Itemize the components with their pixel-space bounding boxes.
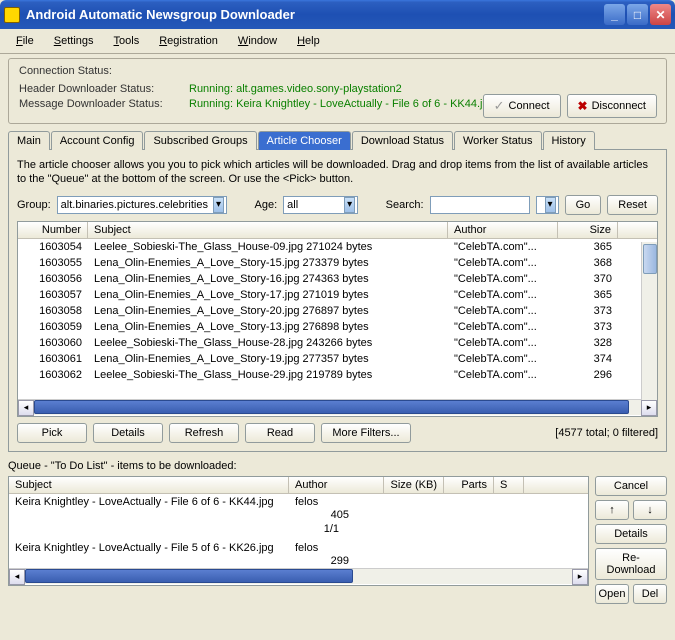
- open-button[interactable]: Open: [595, 584, 629, 604]
- queue-label: Queue - "To Do List" - items to be downl…: [8, 460, 667, 472]
- menubar: FileSettingsToolsRegistrationWindowHelp: [0, 29, 675, 54]
- table-row[interactable]: 1603062Leelee_Sobieski-The_Glass_House-2…: [18, 367, 657, 383]
- table-row[interactable]: Keira Knightley - LoveActually - File 6 …: [9, 494, 588, 540]
- search-input[interactable]: [430, 196, 530, 214]
- queue-side-buttons: Cancel ↑ ↓ Details Re-Download Open Del: [595, 476, 667, 604]
- tab-account-config[interactable]: Account Config: [51, 131, 144, 150]
- header-downloader-value: Running: alt.games.video.sony-playstatio…: [189, 83, 402, 95]
- message-downloader-label: Message Downloader Status:: [19, 98, 189, 110]
- disconnect-button[interactable]: ✖ Disconnect: [567, 94, 657, 118]
- close-button[interactable]: ✕: [650, 4, 671, 25]
- menu-window[interactable]: Window: [230, 33, 285, 49]
- connect-button[interactable]: ✓ Connect: [483, 94, 561, 118]
- table-row[interactable]: 1603061Lena_Olin-Enemies_A_Love_Story-19…: [18, 351, 657, 367]
- queue-scroll-left-button[interactable]: ◂: [9, 569, 25, 585]
- header-downloader-label: Header Downloader Status:: [19, 83, 189, 95]
- age-combo[interactable]: all: [283, 196, 358, 214]
- disconnect-label: Disconnect: [592, 100, 646, 112]
- group-label: Group:: [17, 199, 51, 211]
- tab-download-status[interactable]: Download Status: [352, 131, 453, 150]
- reset-button[interactable]: Reset: [607, 195, 658, 215]
- maximize-button[interactable]: □: [627, 4, 648, 25]
- details-button[interactable]: Details: [93, 423, 163, 443]
- cancel-button[interactable]: Cancel: [595, 476, 667, 496]
- x-icon: ✖: [578, 99, 588, 113]
- vertical-scrollbar[interactable]: [641, 242, 657, 404]
- article-chooser-panel: The article chooser allows you you to pi…: [8, 149, 667, 452]
- tab-main[interactable]: Main: [8, 131, 50, 150]
- window-title: Android Automatic Newsgroup Downloader: [26, 7, 604, 22]
- qcol-author[interactable]: Author: [289, 477, 384, 493]
- tab-history[interactable]: History: [543, 131, 595, 150]
- age-label: Age:: [255, 199, 278, 211]
- connect-label: Connect: [509, 100, 550, 112]
- table-row[interactable]: 1603058Lena_Olin-Enemies_A_Love_Story-20…: [18, 303, 657, 319]
- queue-table-body[interactable]: Keira Knightley - LoveActually - File 6 …: [9, 494, 588, 568]
- tab-subscribed-groups[interactable]: Subscribed Groups: [144, 131, 256, 150]
- search-history-combo[interactable]: [536, 196, 559, 214]
- redownload-button[interactable]: Re-Download: [595, 548, 667, 580]
- move-up-button[interactable]: ↑: [595, 500, 629, 520]
- menu-registration[interactable]: Registration: [151, 33, 226, 49]
- qcol-subject[interactable]: Subject: [9, 477, 289, 493]
- table-row[interactable]: 1603057Lena_Olin-Enemies_A_Love_Story-17…: [18, 287, 657, 303]
- pick-button[interactable]: Pick: [17, 423, 87, 443]
- col-number[interactable]: Number: [18, 222, 88, 238]
- menu-settings[interactable]: Settings: [46, 33, 102, 49]
- article-table: Number Subject Author Size 1603054Leelee…: [17, 221, 658, 417]
- move-down-button[interactable]: ↓: [633, 500, 667, 520]
- queue-details-button[interactable]: Details: [595, 524, 667, 544]
- tab-worker-status[interactable]: Worker Status: [454, 131, 542, 150]
- col-size[interactable]: Size: [558, 222, 618, 238]
- check-icon: ✓: [494, 98, 505, 114]
- search-label: Search:: [386, 199, 424, 211]
- qcol-parts[interactable]: Parts: [444, 477, 494, 493]
- queue-table-header: Subject Author Size (KB) Parts S: [9, 477, 588, 494]
- more-filters-button[interactable]: More Filters...: [321, 423, 411, 443]
- minimize-button[interactable]: _: [604, 4, 625, 25]
- total-filtered-label: [4577 total; 0 filtered]: [555, 427, 658, 439]
- go-button[interactable]: Go: [565, 195, 602, 215]
- menu-help[interactable]: Help: [289, 33, 328, 49]
- qcol-status[interactable]: S: [494, 477, 524, 493]
- tab-article-chooser[interactable]: Article Chooser: [258, 131, 351, 150]
- horizontal-scrollbar[interactable]: [18, 399, 657, 415]
- help-text: The article chooser allows you you to pi…: [17, 158, 658, 187]
- read-button[interactable]: Read: [245, 423, 315, 443]
- table-row[interactable]: 1603060Leelee_Sobieski-The_Glass_House-2…: [18, 335, 657, 351]
- table-row[interactable]: 1603059Lena_Olin-Enemies_A_Love_Story-13…: [18, 319, 657, 335]
- titlebar: Android Automatic Newsgroup Downloader _…: [0, 0, 675, 29]
- refresh-button[interactable]: Refresh: [169, 423, 239, 443]
- col-author[interactable]: Author: [448, 222, 558, 238]
- queue-horizontal-scrollbar[interactable]: [9, 568, 588, 584]
- qcol-size[interactable]: Size (KB): [384, 477, 444, 493]
- scroll-left-button[interactable]: ◂: [18, 400, 34, 416]
- message-downloader-value: Running: Keira Knightley - LoveActually …: [189, 98, 495, 110]
- queue-table: Subject Author Size (KB) Parts S Keira K…: [8, 476, 589, 586]
- article-table-body[interactable]: 1603054Leelee_Sobieski-The_Glass_House-0…: [18, 239, 657, 399]
- col-subject[interactable]: Subject: [88, 222, 448, 238]
- table-row[interactable]: 1603054Leelee_Sobieski-The_Glass_House-0…: [18, 239, 657, 255]
- article-table-header: Number Subject Author Size: [18, 222, 657, 239]
- app-icon: [4, 7, 20, 23]
- queue-scroll-right-button[interactable]: ▸: [572, 569, 588, 585]
- connection-status-label: Connection Status:: [19, 65, 656, 77]
- menu-file[interactable]: File: [8, 33, 42, 49]
- scroll-right-button[interactable]: ▸: [641, 400, 657, 416]
- tab-strip: MainAccount ConfigSubscribed GroupsArtic…: [8, 130, 667, 149]
- table-row[interactable]: 1603055Lena_Olin-Enemies_A_Love_Story-15…: [18, 255, 657, 271]
- table-row[interactable]: 1603056Lena_Olin-Enemies_A_Love_Story-16…: [18, 271, 657, 287]
- group-combo[interactable]: alt.binaries.pictures.celebrities: [57, 196, 227, 214]
- menu-tools[interactable]: Tools: [106, 33, 148, 49]
- table-row[interactable]: Keira Knightley - LoveActually - File 5 …: [9, 540, 588, 568]
- delete-button[interactable]: Del: [633, 584, 667, 604]
